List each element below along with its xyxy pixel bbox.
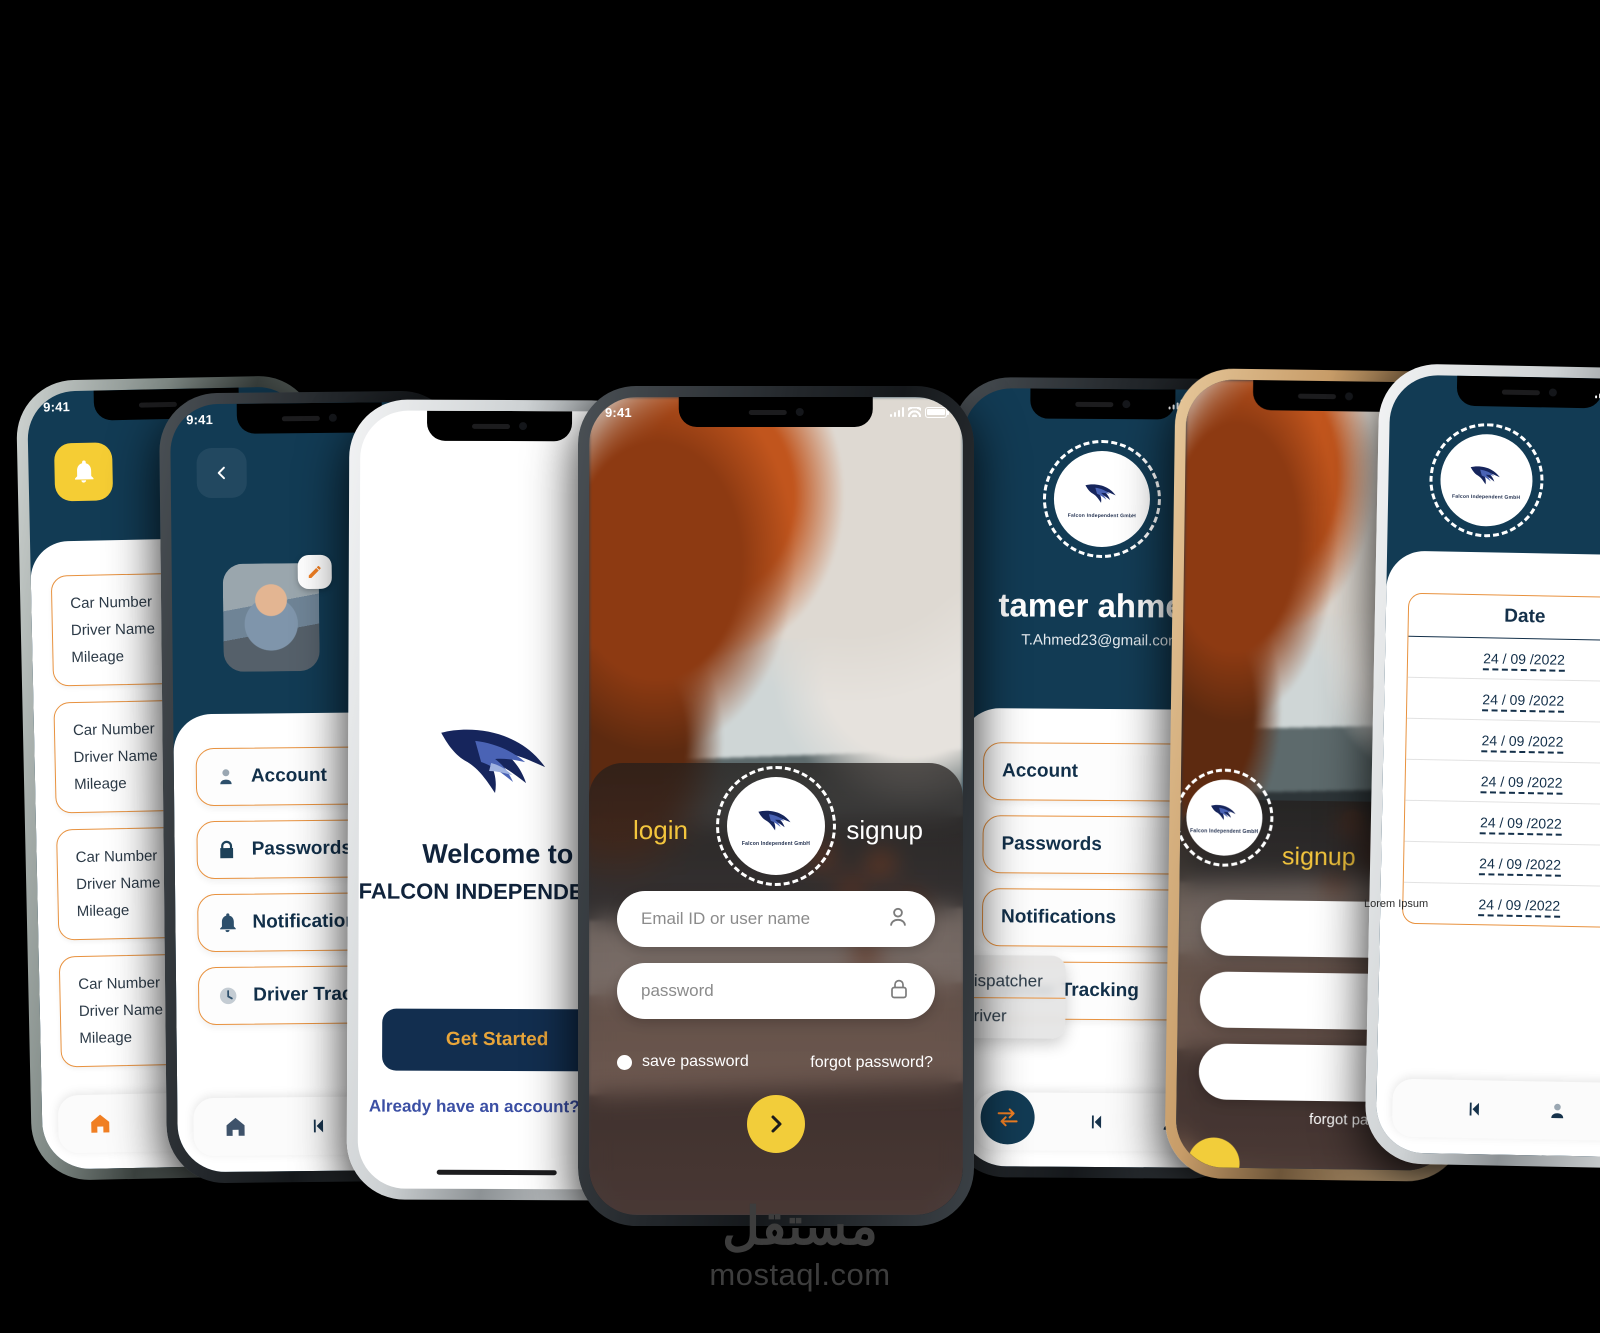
phone-date-table: Falcon Independent GmbH Date 24 / 09 /20… xyxy=(1364,363,1600,1169)
table-row[interactable]: 24 / 09 /2022 xyxy=(1407,636,1600,683)
brand-logo-badge: Falcon Independent GmbH xyxy=(1185,779,1263,857)
date-value: 24 / 09 /2022 xyxy=(1480,773,1563,795)
get-started-label: Get Started xyxy=(445,1028,549,1051)
tab-login-label: login xyxy=(633,815,688,845)
date-value: 24 / 09 /2022 xyxy=(1478,896,1561,918)
front-camera xyxy=(518,422,527,431)
home-icon[interactable] xyxy=(88,1111,112,1135)
phone-login: 9:41 login signup Email ID or user name … xyxy=(578,386,974,1226)
clock-icon xyxy=(219,987,237,1005)
date-value: 24 / 09 /2022 xyxy=(1479,814,1562,836)
screenshot-canvas: 9:41 Car Number Driver Name Mileage Car … xyxy=(0,0,1600,1333)
dropdown-option-dispatcher[interactable]: Dispatcher xyxy=(958,964,1066,999)
table-row[interactable]: 24 / 09 /2022 xyxy=(1406,677,1600,724)
tab-signup-label: signup xyxy=(1281,842,1356,872)
bell-icon xyxy=(220,913,236,933)
chevron-right-icon xyxy=(771,1115,782,1133)
chevron-left-icon xyxy=(217,466,225,480)
lock-icon xyxy=(220,840,234,859)
falcon-logo-icon xyxy=(441,729,546,793)
save-password-label: save password xyxy=(642,1053,749,1070)
lock-icon xyxy=(887,977,911,1006)
table-row[interactable]: 24 / 09 /2022 xyxy=(1403,841,1600,888)
email-placeholder: Email ID or user name xyxy=(641,909,811,928)
logo-caption: Falcon Independent GmbH xyxy=(1452,493,1521,501)
lorem-overlay-note: Lorem Ipsum xyxy=(1364,898,1429,910)
password-placeholder: password xyxy=(641,981,714,1000)
person-icon xyxy=(220,769,232,785)
date-value: 24 / 09 /2022 xyxy=(1481,732,1564,754)
falcon-logo-icon xyxy=(1085,484,1116,503)
submit-button[interactable] xyxy=(1187,1137,1240,1171)
status-time: 9:41 xyxy=(186,411,214,427)
skip-back-icon[interactable] xyxy=(1462,1098,1484,1120)
phone7-screen: Falcon Independent GmbH Date 24 / 09 /20… xyxy=(1375,374,1600,1158)
status-time: 9:41 xyxy=(605,404,632,420)
swap-fab[interactable] xyxy=(980,1090,1035,1145)
home-indicator xyxy=(436,1169,557,1176)
edit-avatar-button[interactable] xyxy=(297,554,332,590)
date-value: 24 / 09 /2022 xyxy=(1482,650,1566,672)
notification-button[interactable] xyxy=(53,442,114,502)
menu-label: Notifications xyxy=(1000,906,1117,929)
password-field[interactable]: password xyxy=(617,963,935,1019)
phone7-content-sheet: Date 24 / 09 /2022 24 / 09 /2022 24 / 09… xyxy=(1375,550,1600,1158)
falcon-logo-icon xyxy=(1211,804,1236,821)
date-table: Date 24 / 09 /2022 24 / 09 /2022 24 / 09… xyxy=(1401,592,1600,929)
logo-caption: Falcon Independent GmbH xyxy=(1067,512,1136,520)
falcon-logo-icon xyxy=(758,810,791,831)
tab-signup-label: signup xyxy=(846,815,923,845)
status-indicators xyxy=(1594,388,1600,400)
menu-label: Passwords xyxy=(1001,833,1102,856)
brand-logo-badge: Falcon Independent GmbH xyxy=(1053,450,1151,548)
menu-label: Passwords xyxy=(251,837,353,860)
bell-icon xyxy=(75,460,94,483)
notch xyxy=(426,410,572,442)
earpiece-speaker xyxy=(471,423,510,429)
skip-back-icon[interactable] xyxy=(306,1115,328,1137)
table-row[interactable]: 24 / 09 /2022 xyxy=(1404,800,1600,847)
menu-label: Account xyxy=(1001,760,1079,782)
brand-logo-badge: Falcon Independent GmbH xyxy=(1439,433,1534,528)
profile-icon[interactable] xyxy=(1546,1100,1568,1122)
skip-back-icon[interactable] xyxy=(1085,1111,1107,1133)
tab-login[interactable]: login xyxy=(633,815,688,846)
dropdown-option-driver[interactable]: Driver xyxy=(958,998,1065,1029)
phone4-screen: 9:41 login signup Email ID or user name … xyxy=(589,397,963,1215)
welcome-logo xyxy=(423,711,573,827)
save-password-radio[interactable] xyxy=(617,1054,632,1070)
role-dropdown[interactable]: Dispatcher Driver xyxy=(958,954,1066,1039)
forgot-password-link[interactable]: forgot password? xyxy=(810,1054,933,1072)
back-button[interactable] xyxy=(196,447,247,499)
home-icon[interactable] xyxy=(223,1115,247,1139)
table-column-header: Date xyxy=(1408,593,1600,642)
table-row[interactable]: 24 / 09 /2022 xyxy=(1406,718,1600,765)
menu-label: Account xyxy=(250,764,327,787)
table-row[interactable]: 24 / 09 /2022 xyxy=(1403,883,1600,927)
person-icon xyxy=(885,904,911,935)
status-bar: 9:41 xyxy=(589,397,963,427)
status-indicators xyxy=(889,406,949,418)
brand-logo-badge: Falcon Independent GmbH xyxy=(716,766,836,886)
pencil-icon xyxy=(308,565,321,579)
date-value: 24 / 09 /2022 xyxy=(1482,691,1565,713)
battery-icon xyxy=(925,406,949,418)
logo-caption: Falcon Independent GmbH xyxy=(741,841,811,847)
save-password-row[interactable]: save password xyxy=(617,1053,749,1071)
falcon-logo-icon xyxy=(1470,465,1500,484)
status-time: 9:41 xyxy=(43,398,71,415)
logo-caption: Falcon Independent GmbH xyxy=(1190,828,1259,836)
watermark-latin: mostaql.com xyxy=(709,1257,891,1292)
wifi-icon xyxy=(908,407,921,417)
signal-icon xyxy=(889,407,904,417)
email-field[interactable]: Email ID or user name xyxy=(617,891,935,947)
signal-icon xyxy=(1594,388,1600,399)
swap-arrows-icon xyxy=(997,1108,1018,1127)
submit-button[interactable] xyxy=(747,1095,805,1153)
table-row[interactable]: 24 / 09 /2022 xyxy=(1405,759,1600,806)
date-value: 24 / 09 /2022 xyxy=(1479,855,1562,877)
tab-signup[interactable]: signup xyxy=(846,815,923,846)
phone7-bottom-nav xyxy=(1391,1078,1600,1142)
status-bar xyxy=(1390,374,1600,409)
